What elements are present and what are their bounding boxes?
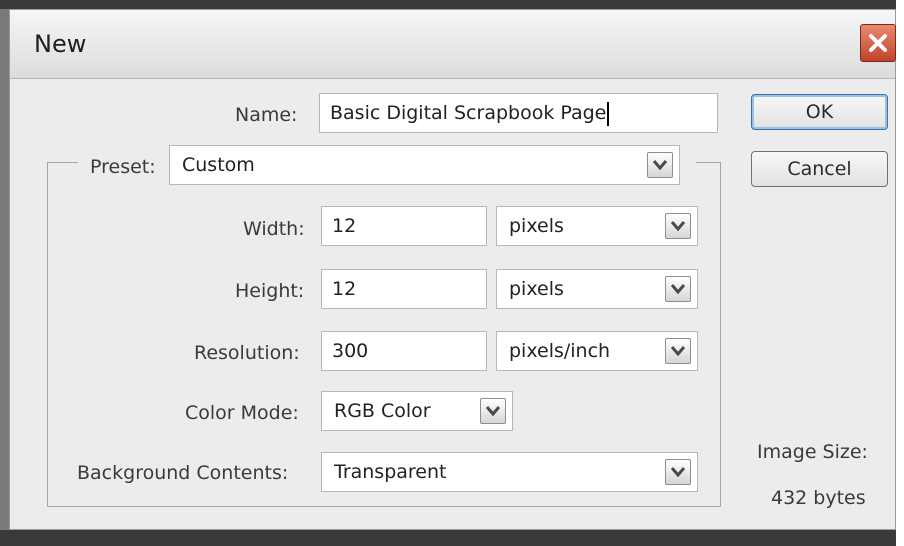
chevron-down-icon[interactable] — [665, 276, 691, 302]
preset-dropdown-value: Custom — [182, 154, 255, 176]
width-input-value: 12 — [332, 215, 357, 237]
group-box-border — [696, 162, 721, 163]
window-frame-bottom — [0, 530, 904, 546]
resolution-label: Resolution: — [194, 342, 300, 364]
height-unit-value: pixels — [509, 278, 564, 300]
window-frame-top — [0, 0, 904, 9]
window-frame-right — [896, 0, 904, 546]
color-mode-dropdown[interactable]: RGB Color — [321, 391, 513, 431]
name-input-value: Basic Digital Scrapbook Page — [330, 102, 607, 124]
width-input[interactable]: 12 — [321, 206, 487, 246]
ok-button[interactable]: OK — [751, 94, 888, 130]
preset-dropdown[interactable]: Custom — [169, 145, 680, 185]
image-size-value: 432 bytes — [771, 487, 866, 509]
cancel-button[interactable]: Cancel — [751, 151, 888, 187]
name-input[interactable]: Basic Digital Scrapbook Page — [319, 93, 718, 133]
close-button[interactable] — [860, 24, 896, 62]
color-mode-label: Color Mode: — [185, 402, 299, 424]
name-label: Name: — [235, 104, 298, 126]
chevron-down-icon[interactable] — [665, 459, 691, 485]
width-unit-dropdown[interactable]: pixels — [496, 206, 698, 246]
background-contents-dropdown[interactable]: Transparent — [321, 452, 698, 492]
resolution-input[interactable]: 300 — [321, 331, 487, 371]
dialog-title: New — [34, 30, 87, 58]
color-mode-value: RGB Color — [334, 400, 431, 422]
background-contents-label: Background Contents: — [77, 462, 289, 484]
chevron-down-icon[interactable] — [647, 152, 673, 178]
background-contents-value: Transparent — [334, 461, 447, 483]
resolution-input-value: 300 — [332, 340, 369, 362]
window-frame-left — [0, 0, 9, 546]
chevron-down-icon[interactable] — [665, 338, 691, 364]
height-unit-dropdown[interactable]: pixels — [496, 269, 698, 309]
height-input-value: 12 — [332, 278, 357, 300]
chevron-down-icon[interactable] — [480, 398, 506, 424]
text-caret — [607, 101, 610, 126]
close-icon — [869, 34, 887, 52]
image-size-label: Image Size: — [757, 441, 868, 463]
new-document-dialog: New Name: Basic Digital Scrapbook Page P… — [9, 9, 896, 530]
group-box-border — [47, 162, 78, 163]
height-input[interactable]: 12 — [321, 269, 487, 309]
width-unit-value: pixels — [509, 215, 564, 237]
width-label: Width: — [243, 218, 305, 240]
chevron-down-icon[interactable] — [665, 213, 691, 239]
resolution-unit-value: pixels/inch — [509, 340, 611, 362]
preset-label: Preset: — [90, 156, 156, 178]
resolution-unit-dropdown[interactable]: pixels/inch — [496, 331, 698, 371]
dialog-titlebar[interactable]: New — [10, 10, 896, 79]
height-label: Height: — [235, 280, 305, 302]
